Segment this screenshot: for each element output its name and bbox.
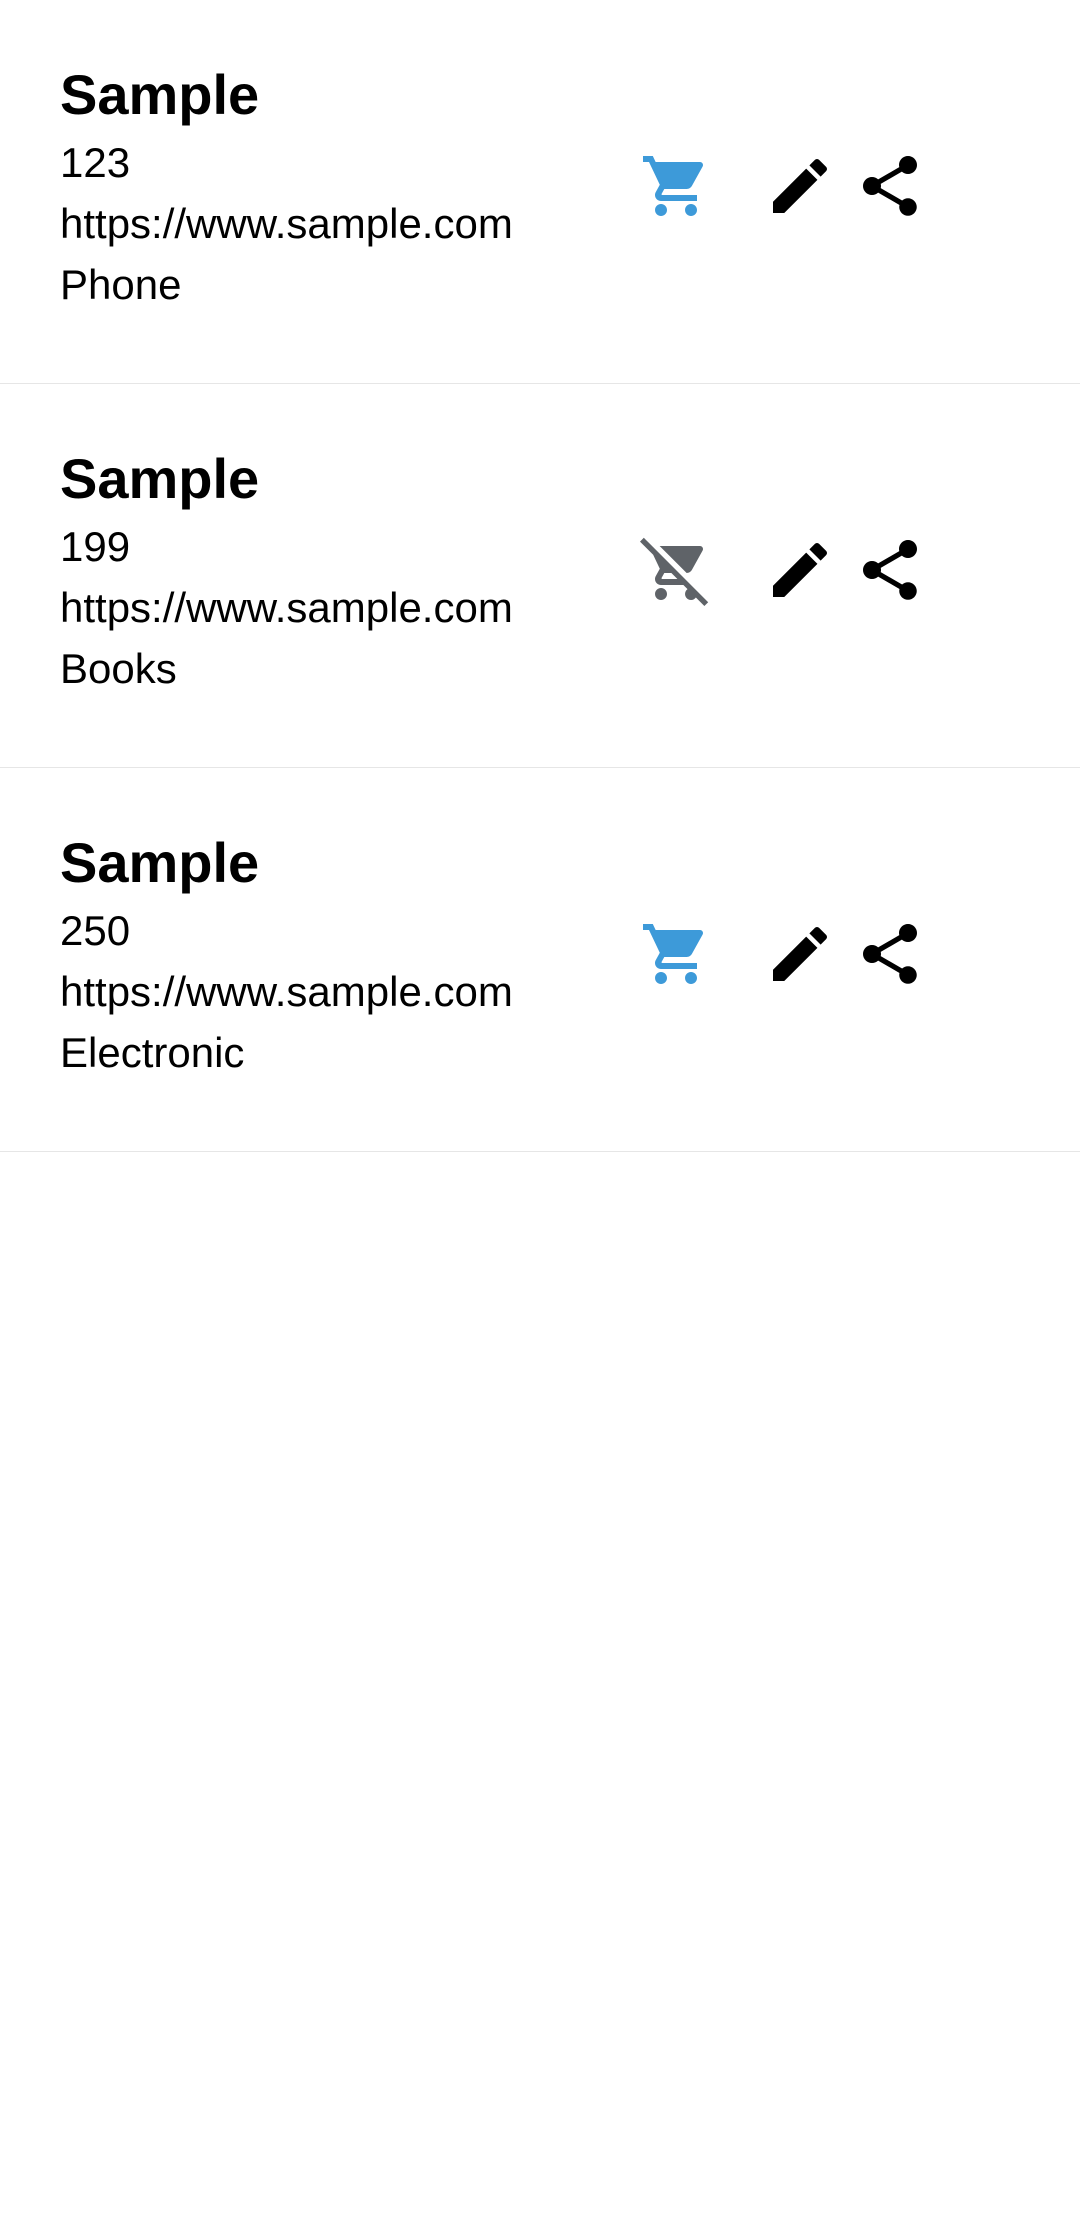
item-category: Phone bbox=[60, 261, 182, 308]
cart-button[interactable] bbox=[640, 534, 712, 606]
item-info: Sample 250 https://www.sample.com Electr… bbox=[60, 826, 620, 1083]
edit-button[interactable] bbox=[764, 150, 836, 222]
cart-button[interactable] bbox=[640, 150, 712, 222]
edit-button[interactable] bbox=[764, 534, 836, 606]
item-price: 199 bbox=[60, 523, 131, 570]
edit-button[interactable] bbox=[764, 918, 836, 990]
item-info: Sample 199 https://www.sample.com Books bbox=[60, 442, 620, 699]
item-actions bbox=[640, 150, 940, 222]
share-icon bbox=[863, 540, 917, 600]
share-icon bbox=[863, 156, 917, 216]
item-actions bbox=[640, 534, 940, 606]
share-button[interactable] bbox=[854, 150, 926, 222]
item-title: Sample bbox=[60, 63, 260, 126]
item-url[interactable]: https://www.sample.com bbox=[60, 961, 620, 1022]
item-price: 123 bbox=[60, 139, 131, 186]
shopping-cart-icon bbox=[643, 924, 704, 984]
cart-button[interactable] bbox=[640, 918, 712, 990]
item-price: 250 bbox=[60, 907, 131, 954]
share-button[interactable] bbox=[854, 534, 926, 606]
item-category: Books bbox=[60, 645, 177, 692]
item-title: Sample bbox=[60, 447, 260, 510]
item-title: Sample bbox=[60, 831, 260, 894]
pencil-icon bbox=[773, 158, 828, 213]
share-button[interactable] bbox=[854, 918, 926, 990]
list-item[interactable]: Sample 199 https://www.sample.com Books bbox=[0, 384, 1080, 768]
item-info: Sample 123 https://www.sample.com Phone bbox=[60, 58, 620, 315]
list-item[interactable]: Sample 123 https://www.sample.com Phone bbox=[0, 0, 1080, 384]
pencil-icon bbox=[773, 926, 828, 981]
item-category: Electronic bbox=[60, 1029, 245, 1076]
share-icon bbox=[863, 924, 917, 984]
shopping-cart-icon bbox=[643, 156, 704, 216]
pencil-icon bbox=[773, 542, 828, 597]
product-list: Sample 123 https://www.sample.com Phone bbox=[0, 0, 1080, 1152]
item-actions bbox=[640, 918, 940, 990]
item-url[interactable]: https://www.sample.com bbox=[60, 193, 620, 254]
list-item[interactable]: Sample 250 https://www.sample.com Electr… bbox=[0, 768, 1080, 1152]
item-url[interactable]: https://www.sample.com bbox=[60, 577, 620, 638]
remove-shopping-cart-icon bbox=[640, 537, 709, 606]
